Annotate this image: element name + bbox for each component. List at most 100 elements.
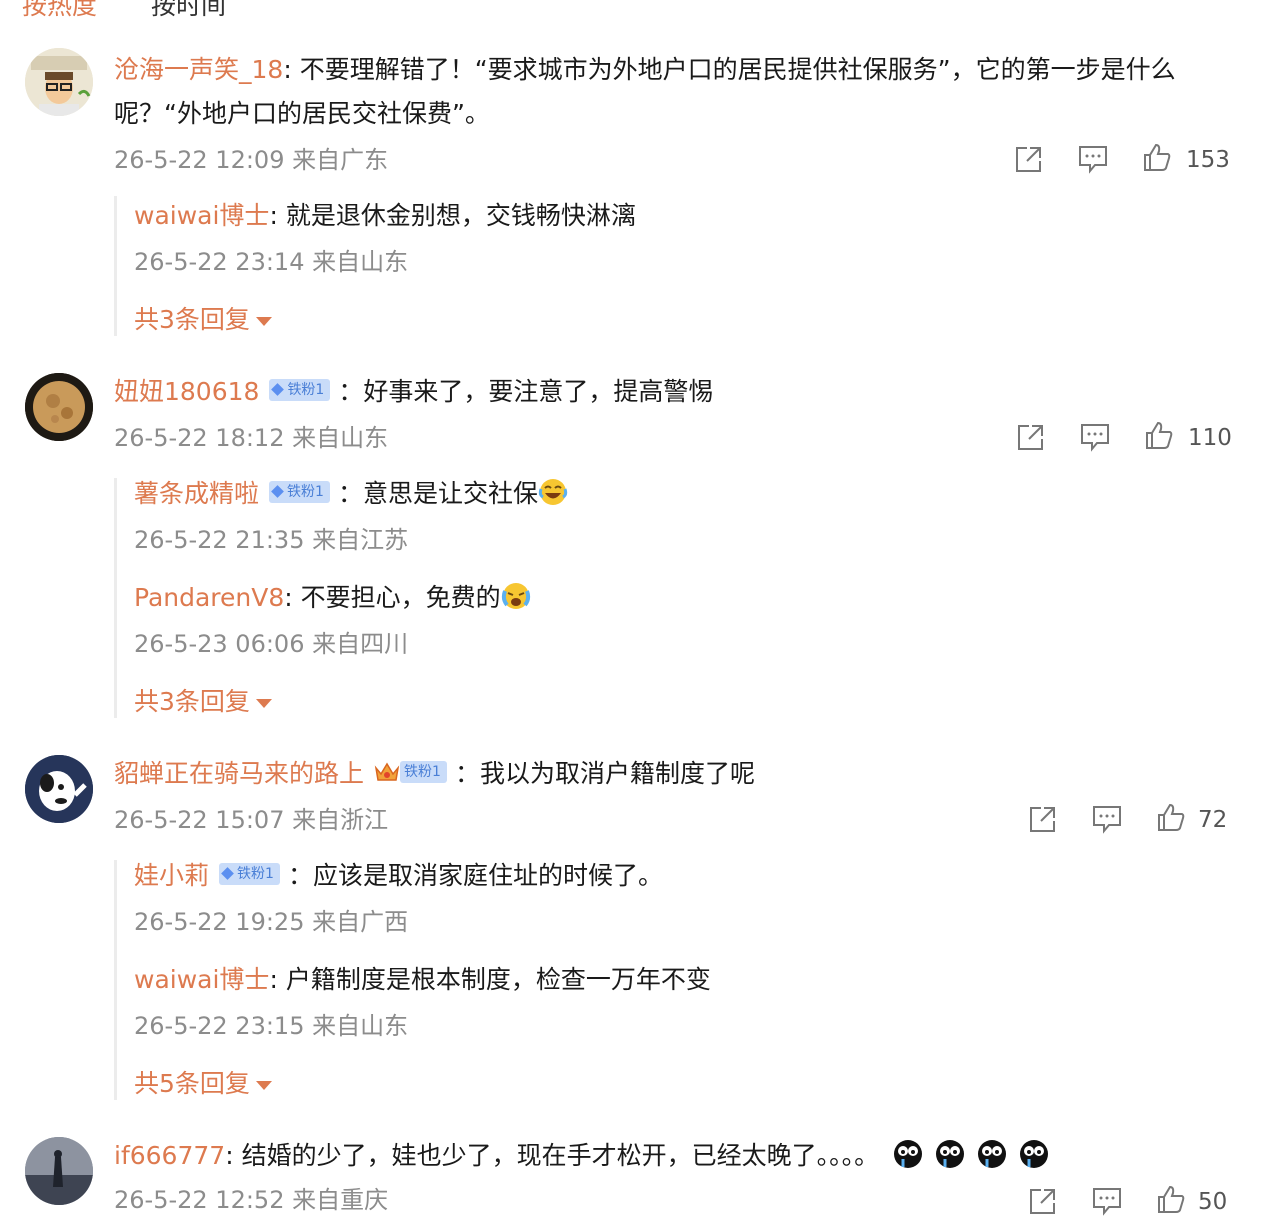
avatar-image xyxy=(25,1137,93,1205)
comment-icon[interactable] xyxy=(1078,144,1108,174)
expand-replies-label: 共5条回复 xyxy=(134,1069,250,1098)
caret-down-icon xyxy=(255,698,272,708)
comment-username[interactable]: 沧海一声笑_18 xyxy=(114,55,283,84)
comment-text-line2: 呢？“外地户口的居民交社保费”。 xyxy=(114,99,490,128)
expand-replies-link[interactable]: 共3条回复 xyxy=(134,685,272,719)
separator: ： xyxy=(454,759,480,788)
fan-badge: 铁粉1 xyxy=(219,863,280,885)
sad-face-icon xyxy=(977,1140,1006,1168)
sort-by-hot-tab[interactable]: 按热度 xyxy=(22,0,97,20)
sort-by-time-tab[interactable]: 按时间 xyxy=(151,0,226,20)
comment-body: 貂蝉正在骑马来的路上 铁粉1 ：我以为取消户籍制度了呢 xyxy=(114,757,755,791)
reply-username[interactable]: waiwai博士 xyxy=(134,965,269,994)
fan-badge-label: 铁粉1 xyxy=(287,382,325,398)
reply-text: 户籍制度是根本制度，检查一万年不变 xyxy=(285,965,711,994)
reply-body: 娃小莉 铁粉1 ：应该是取消家庭住址的时候了。 xyxy=(134,859,663,893)
caret-down-icon xyxy=(255,316,272,326)
comment-icon[interactable] xyxy=(1092,1186,1122,1216)
comment-icon[interactable] xyxy=(1092,804,1122,834)
expand-replies-label: 共3条回复 xyxy=(134,687,250,716)
comment-icon[interactable] xyxy=(1080,422,1110,452)
crown-icon xyxy=(374,762,400,781)
reply-meta: 26-5-22 21:35 来自江苏 xyxy=(134,526,409,554)
diamond-icon xyxy=(271,485,284,498)
avatar[interactable] xyxy=(25,373,93,441)
diamond-icon xyxy=(221,867,234,880)
like-icon[interactable] xyxy=(1156,802,1186,832)
share-icon[interactable] xyxy=(1028,1186,1058,1216)
reply-username[interactable]: waiwai博士 xyxy=(134,201,269,230)
sort-tabs: 按热度 按时间 xyxy=(22,0,226,22)
reply-meta: 26-5-22 19:25 来自广西 xyxy=(134,908,409,936)
reply-text: 不要担心，免费的 xyxy=(300,583,501,612)
comment-meta: 26-5-22 12:52 来自重庆 xyxy=(114,1186,389,1214)
comment-username[interactable]: 妞妞180618 xyxy=(114,377,259,406)
avatar-image xyxy=(25,48,93,116)
separator: ： xyxy=(338,377,364,406)
comment-meta: 26-5-22 18:12 来自山东 xyxy=(114,424,389,452)
like-icon[interactable] xyxy=(1144,420,1174,450)
comment-body: 沧海一声笑_18: 不要理解错了！“要求城市为外地户口的居民提供社保服务”，它的… xyxy=(114,53,1176,87)
reply-meta: 26-5-23 06:06 来自四川 xyxy=(134,630,409,658)
fan-badge: 铁粉1 xyxy=(400,761,447,783)
separator: : xyxy=(284,583,301,612)
comment-meta: 26-5-22 12:09 来自广东 xyxy=(114,146,389,174)
avatar[interactable] xyxy=(25,1137,93,1205)
fan-badge-label: 铁粉1 xyxy=(237,866,274,882)
reply-body: 薯条成精啦 铁粉1 ：意思是让交社保 xyxy=(134,477,568,511)
comment-body: 妞妞180618 铁粉1 ：好事来了，要注意了，提高警惕 xyxy=(114,375,713,409)
comment-username[interactable]: 貂蝉正在骑马来的路上 xyxy=(114,759,364,788)
comment-text: 结婚的少了，娃也少了，现在手才松开，已经太晚了。。。。 xyxy=(241,1141,880,1170)
separator: : xyxy=(269,965,286,994)
separator: : xyxy=(269,201,286,230)
comment-username[interactable]: if666777 xyxy=(114,1141,225,1170)
expand-replies-label: 共3条回复 xyxy=(134,305,250,334)
share-icon[interactable] xyxy=(1016,422,1046,452)
like-count: 50 xyxy=(1198,1189,1228,1215)
avatar-image xyxy=(25,755,93,823)
caret-down-icon xyxy=(255,1080,272,1090)
reply-username[interactable]: 薯条成精啦 xyxy=(134,479,259,508)
reply-meta: 26-5-22 23:14 来自山东 xyxy=(134,248,409,276)
share-icon[interactable] xyxy=(1014,144,1044,174)
comment-text: 好事来了，要注意了，提高警惕 xyxy=(363,377,714,406)
sad-face-icon xyxy=(1019,1140,1048,1168)
reply-text: 就是退休金别想，交钱畅快淋漓 xyxy=(285,201,636,230)
expand-replies-link[interactable]: 共5条回复 xyxy=(134,1067,272,1101)
expand-replies-link[interactable]: 共3条回复 xyxy=(134,303,272,337)
reply-text: 意思是让交社保 xyxy=(362,479,538,508)
like-count: 110 xyxy=(1188,425,1232,451)
reply-username[interactable]: 娃小莉 xyxy=(134,861,209,890)
fan-badge: 铁粉1 xyxy=(269,379,331,401)
diamond-icon xyxy=(271,383,285,396)
sad-face-icon xyxy=(935,1140,964,1168)
reply-thread-bar xyxy=(114,860,117,1100)
comment-text: 我以为取消户籍制度了呢 xyxy=(479,759,755,788)
comment-text: 不要理解错了！“要求城市为外地户口的居民提供社保服务”，它的第一步是什么 xyxy=(299,55,1176,84)
sad-face-icon xyxy=(894,1140,923,1168)
comment-meta: 26-5-22 15:07 来自浙江 xyxy=(114,806,389,834)
fan-badge-label: 铁粉1 xyxy=(287,484,324,500)
reply-body: waiwai博士: 户籍制度是根本制度，检查一万年不变 xyxy=(134,963,711,997)
avatar[interactable] xyxy=(25,755,93,823)
avatar-image xyxy=(25,373,93,441)
fan-badge: 铁粉1 xyxy=(269,481,330,503)
like-icon[interactable] xyxy=(1142,142,1172,172)
separator: : xyxy=(225,1141,242,1170)
share-icon[interactable] xyxy=(1028,804,1058,834)
reply-text: 应该是取消家庭住址的时候了。 xyxy=(312,861,663,890)
like-icon[interactable] xyxy=(1156,1184,1186,1214)
avatar[interactable] xyxy=(25,48,93,116)
reply-meta: 26-5-22 23:15 来自山东 xyxy=(134,1012,409,1040)
laugh-cry-emoji-icon xyxy=(538,479,568,505)
comment-body: if666777: 结婚的少了，娃也少了，现在手才松开，已经太晚了。。。。 xyxy=(114,1139,1049,1173)
reply-username[interactable]: PandarenV8 xyxy=(134,583,284,612)
like-count: 72 xyxy=(1198,807,1228,833)
separator: ： xyxy=(287,861,313,890)
separator: : xyxy=(283,55,300,84)
reply-thread-bar xyxy=(114,196,117,336)
reply-thread-bar xyxy=(114,478,117,718)
crying-emoji-icon xyxy=(501,583,530,609)
separator: ： xyxy=(337,479,363,508)
fan-badge-label: 铁粉1 xyxy=(404,764,441,780)
